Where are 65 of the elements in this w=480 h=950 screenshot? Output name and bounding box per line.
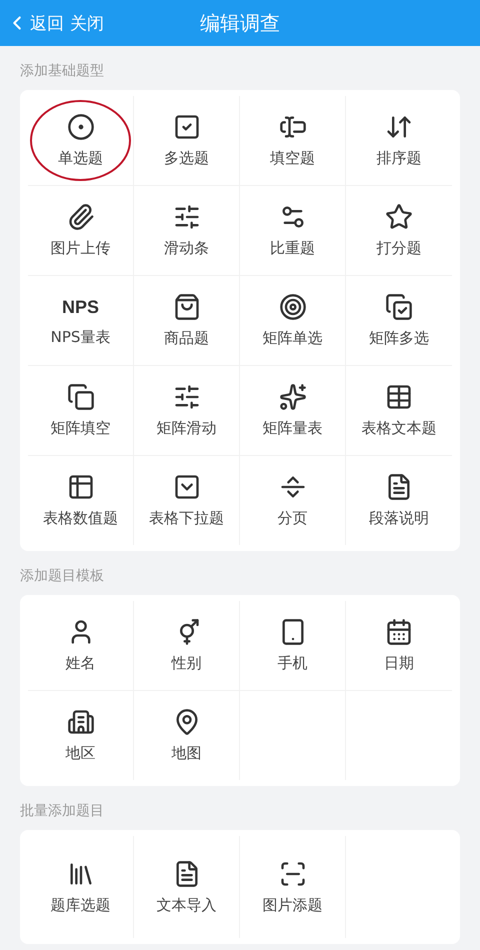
slider-icon: [172, 203, 200, 231]
tile-label: 日期: [384, 654, 414, 673]
tile-label: 表格文本题: [362, 419, 436, 438]
section-title: 批量添加题目: [19, 802, 105, 821]
question-type-tile[interactable]: 姓名: [28, 601, 134, 691]
scan-icon: [278, 860, 306, 888]
question-type-tile[interactable]: 单选题: [28, 96, 134, 186]
tile-label: 比重题: [270, 239, 315, 258]
tile-label: NPS量表: [50, 328, 110, 347]
section-title: 添加基础题型: [19, 62, 105, 81]
tile-label: 排序题: [376, 149, 422, 168]
tile-label: 打分题: [376, 239, 422, 258]
tile-label: 手机: [278, 654, 308, 673]
question-type-tile[interactable]: 比重题: [240, 186, 346, 276]
building-icon: [66, 708, 94, 736]
table-icon: [66, 473, 94, 501]
question-type-tile[interactable]: 多选题: [134, 96, 240, 186]
tile-label: 滑动条: [164, 239, 209, 258]
question-type-tile[interactable]: 商品题: [134, 276, 240, 366]
tile-label: 地图: [172, 744, 202, 763]
tile-label: 矩阵滑动: [156, 419, 216, 438]
table-icon: [385, 383, 413, 411]
question-type-tile[interactable]: 性别: [134, 601, 240, 691]
tile-label: 地区: [66, 744, 96, 763]
page-title: 编辑调查: [200, 10, 280, 36]
section-title: 添加题目模板: [19, 567, 105, 586]
question-type-tile[interactable]: 填空题: [240, 96, 346, 186]
tile-label: 矩阵填空: [50, 419, 110, 438]
tile-label: 段落说明: [369, 509, 429, 528]
question-type-tile[interactable]: 矩阵填空: [28, 366, 134, 456]
question-type-tile[interactable]: 滑动条: [134, 186, 240, 276]
stars-icon: [278, 383, 306, 411]
stacked-squares-icon: [66, 383, 94, 411]
nps-icon: NPS: [62, 294, 99, 320]
sliders-icon: [172, 383, 200, 411]
radio-icon: [66, 113, 94, 141]
question-type-tile[interactable]: 手机: [240, 601, 346, 691]
tile-label: 表格下拉题: [149, 509, 224, 528]
tile-label: 矩阵多选: [369, 329, 429, 348]
question-type-tile[interactable]: 矩阵单选: [240, 276, 346, 366]
question-type-tile[interactable]: NPS NPS量表: [28, 276, 134, 366]
tile-label: 表格数值题: [43, 509, 118, 528]
question-type-tile[interactable]: 图片上传: [28, 186, 134, 276]
tile-label: 题库选题: [50, 896, 110, 914]
calendar-icon: [385, 618, 413, 646]
dropdown-icon: [172, 473, 200, 501]
tile-label: 多选题: [164, 149, 209, 168]
tile-label: 性别: [172, 654, 202, 673]
tile-label: 图片添题: [262, 896, 322, 914]
tile-label: 分页: [278, 509, 308, 528]
tile-label: 图片上传: [50, 239, 110, 258]
shopping-bag-icon: [172, 293, 200, 321]
tile-label: 单选题: [58, 149, 103, 168]
tile-label: 姓名: [66, 654, 96, 673]
stacked-checkbox-icon: [385, 293, 413, 321]
tile-label: 矩阵量表: [262, 419, 322, 438]
tile-label: 商品题: [164, 329, 209, 348]
question-type-tile[interactable]: 矩阵量表: [240, 366, 346, 456]
tile-label: 文本导入: [156, 896, 216, 914]
tile-label: 矩阵单选: [262, 329, 322, 348]
star-icon: [385, 203, 413, 231]
tile-label: 填空题: [270, 149, 315, 168]
question-type-tile[interactable]: 矩阵滑动: [134, 366, 240, 456]
paperclip-icon: [66, 203, 94, 231]
checkbox-icon: [172, 113, 200, 141]
